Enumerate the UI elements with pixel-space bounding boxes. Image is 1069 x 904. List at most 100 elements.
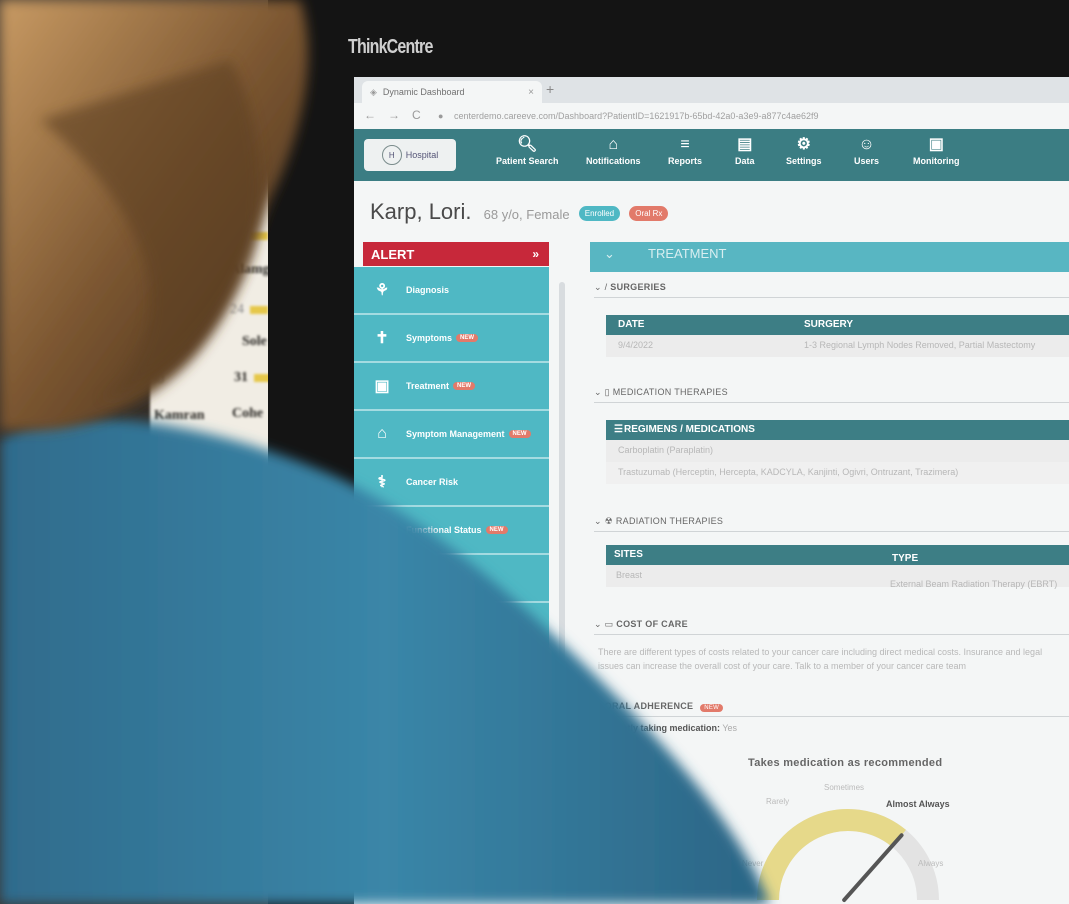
- table-row: Breast External Beam Radiation Therapy (…: [606, 565, 1069, 589]
- new-badge: NEW: [456, 334, 479, 342]
- chevron-down-icon[interactable]: ⌄: [594, 516, 602, 526]
- new-badge: NEW: [485, 526, 508, 534]
- monitor-icon: ▣: [928, 136, 944, 153]
- hospital-logo[interactable]: H Hospital: [364, 139, 456, 171]
- browser-tab[interactable]: ◈ Dynamic Dashboard ×: [362, 81, 542, 103]
- chevron-right-icon[interactable]: »: [532, 247, 539, 261]
- photo-scene: Alamg Cohen Sole Khalid Kamran Cohe 17 2…: [0, 0, 1069, 904]
- nav-label: Data: [735, 156, 755, 166]
- reload-icon[interactable]: C: [412, 108, 421, 122]
- column-header: REGIMENS / MEDICATIONS: [624, 424, 755, 435]
- url-text[interactable]: centerdemo.careeve.com/Dashboard?Patient…: [454, 111, 819, 121]
- forward-icon[interactable]: →: [388, 108, 400, 122]
- gauge-label: Almost Always: [886, 799, 950, 809]
- nav-notifications[interactable]: ⌂ Notifications: [586, 136, 641, 166]
- sidebar-item-functional-status[interactable]: ☤ Functional Status NEW: [354, 507, 549, 555]
- users-icon: ☺: [858, 136, 875, 153]
- treatment-header[interactable]: ⌄ TREATMENT: [590, 242, 1069, 272]
- sidebar-item-empty[interactable]: [354, 555, 549, 603]
- nav-label: Monitoring: [913, 156, 960, 166]
- medication-section-header[interactable]: ⌄ ▯ MEDICATION THERAPIES: [594, 387, 1069, 403]
- gauge-label: Sometimes: [824, 783, 865, 792]
- close-tab-icon[interactable]: ×: [528, 87, 534, 98]
- gear-icon: ⚙: [796, 136, 811, 153]
- gauge-needle: [842, 833, 904, 902]
- column-header: SURGERY: [804, 319, 854, 330]
- search-icon: 🔍︎: [517, 136, 538, 153]
- nav-label: Reports: [668, 156, 703, 166]
- runner-icon: ☤: [376, 522, 388, 539]
- sidebar-item-symptom-management[interactable]: ⌂ Symptom Management NEW: [354, 411, 549, 459]
- alert-banner[interactable]: ALERT »: [363, 242, 549, 266]
- nav-label: Settings: [786, 156, 822, 166]
- radiation-icon: ☢: [604, 516, 614, 526]
- oral-rx-badge: Oral Rx: [629, 205, 669, 221]
- chevron-down-icon[interactable]: ⌄: [594, 701, 602, 711]
- logo-label: Hospital: [405, 150, 439, 160]
- section-title: COST OF CARE: [616, 619, 688, 629]
- column-header: DATE: [618, 319, 645, 330]
- column-header: SITES: [614, 549, 643, 560]
- nav-data[interactable]: ▤ Data: [735, 136, 755, 166]
- sidebar-item-empty[interactable]: [354, 651, 549, 699]
- sidebar-item-label: Functional Status: [406, 525, 482, 535]
- nav-settings[interactable]: ⚙ Settings: [786, 136, 822, 166]
- new-tab-button[interactable]: +: [546, 81, 554, 97]
- oral-adherence-section-header[interactable]: ⌄ ORAL ADHERENCE NEW: [594, 701, 1069, 717]
- patient-name: Karp, Lori.: [370, 199, 472, 224]
- cost-section-header[interactable]: ⌄ ▭ COST OF CARE: [594, 619, 1069, 635]
- treatment-title: TREATMENT: [648, 246, 727, 261]
- sidebar-item-diagnosis[interactable]: ⚘ Diagnosis: [354, 267, 549, 315]
- surgeries-section-header[interactable]: ⌄ / SURGERIES: [594, 282, 1069, 298]
- gauge-label: Rarely: [766, 797, 790, 806]
- board-name: Kamran: [154, 408, 205, 423]
- sidebar-item-label: Symptom Management: [406, 429, 505, 439]
- sidebar-item-label: Treatment: [406, 381, 450, 391]
- board-name: Cohe: [232, 406, 264, 421]
- table-row: Carboplatin (Paraplatin): [606, 440, 1069, 462]
- scrollbar[interactable]: [559, 282, 565, 722]
- sidebar-item-symptoms[interactable]: ✝ Symptoms NEW: [354, 315, 549, 363]
- board-number: 31: [234, 370, 248, 385]
- table-cell: 9/4/2022: [618, 340, 654, 350]
- nav-patient-search[interactable]: 🔍︎ Patient Search: [496, 136, 559, 166]
- scalpel-icon: /: [604, 282, 608, 292]
- page-icon: ◈: [370, 86, 377, 97]
- chevron-down-icon[interactable]: ⌄: [594, 282, 602, 292]
- nav-reports[interactable]: ≡ Reports: [668, 136, 702, 166]
- report-icon: ≡: [680, 136, 690, 153]
- monitor-brand: ThinkCentre: [348, 36, 433, 58]
- main-content: ⌄ TREATMENT ⌄ / SURGERIES DATE SURGERY 9…: [566, 242, 1069, 904]
- table-cell: External Beam Radiation Therapy (EBRT): [890, 579, 1058, 589]
- monitor-screen: ◈ Dynamic Dashboard × + ← → C ● centerde…: [354, 77, 1069, 904]
- address-bar: ← → C ● centerdemo.careeve.com/Dashboard…: [354, 103, 1069, 130]
- section-title: ORAL ADHERENCE: [604, 701, 694, 711]
- back-icon[interactable]: ←: [364, 108, 376, 122]
- sidebar-item-empty[interactable]: [354, 603, 549, 651]
- board-number: 17: [230, 228, 244, 243]
- dna-icon: ⚕: [377, 474, 387, 491]
- radiation-section-header[interactable]: ⌄ ☢ RADIATION THERAPIES: [594, 516, 1069, 532]
- nav-monitoring[interactable]: ▣ Monitoring: [913, 136, 960, 166]
- board-name: Alamg: [230, 262, 270, 277]
- currently-taking-row: Currently taking medication: Yes: [598, 723, 737, 733]
- board-number: 30: [150, 372, 164, 387]
- nav-users[interactable]: ☺ Users: [854, 136, 879, 166]
- table-row: Trastuzumab (Herceptin, Hercepta, KADCYL…: [606, 462, 1069, 484]
- diagnosis-icon: ⚘: [374, 282, 390, 299]
- table-cell: Trastuzumab (Herceptin, Hercepta, KADCYL…: [618, 467, 959, 477]
- section-title: RADIATION THERAPIES: [615, 516, 724, 526]
- browser-tab-bar: ◈ Dynamic Dashboard × +: [354, 77, 1069, 103]
- chevron-down-icon[interactable]: ⌄: [594, 619, 602, 629]
- medication-table-header: ☰ REGIMENS / MEDICATIONS: [606, 420, 1069, 440]
- sidebar-item-treatment[interactable]: ▣ Treatment NEW: [354, 363, 549, 411]
- board-number: 24: [230, 302, 244, 317]
- hospital-icon: H: [381, 145, 402, 165]
- sidebar-item-cancer-risk[interactable]: ⚕ Cancer Risk: [354, 459, 549, 507]
- nav-label: Users: [854, 156, 880, 166]
- chevron-down-icon[interactable]: ⌄: [604, 246, 615, 262]
- chevron-down-icon[interactable]: ⌄: [594, 387, 602, 397]
- surgeries-table-header: DATE SURGERY: [606, 315, 1069, 335]
- tab-title: Dynamic Dashboard: [382, 87, 465, 97]
- nav-label: Patient Search: [496, 156, 559, 166]
